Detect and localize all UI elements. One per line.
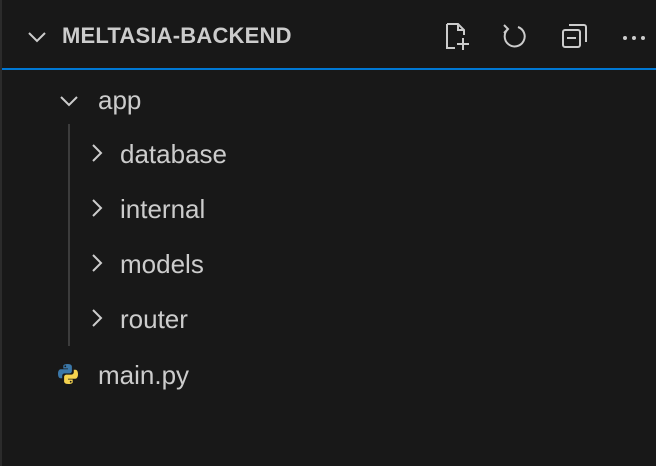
- chevron-right-icon: [86, 142, 108, 169]
- tree-folder-internal[interactable]: internal: [2, 181, 656, 237]
- folder-label: internal: [120, 194, 206, 224]
- new-file-icon: [446, 23, 469, 50]
- chevron-right-icon: [86, 307, 108, 334]
- new-file-button[interactable]: [440, 20, 472, 52]
- tree-folder-app[interactable]: app: [2, 72, 656, 128]
- folder-label: app: [98, 85, 142, 115]
- tree-folder-models[interactable]: models: [2, 236, 656, 292]
- chevron-down-icon: [58, 90, 80, 117]
- explorer-header[interactable]: MELTASIA-BACKEND: [2, 0, 656, 70]
- file-label: main.py: [98, 360, 190, 390]
- python-file-icon: [56, 362, 80, 391]
- chevron-right-icon: [86, 197, 108, 224]
- tree-folder-database[interactable]: database: [2, 126, 656, 182]
- collapse-all-button[interactable]: [558, 20, 590, 52]
- folder-label: router: [120, 304, 188, 334]
- more-icon: [623, 36, 645, 40]
- explorer-title: MELTASIA-BACKEND: [62, 23, 292, 48]
- tree-file-main-py[interactable]: main.py: [2, 347, 656, 403]
- explorer-panel: MELTASIA-BACKEND app database internal m…: [0, 0, 656, 466]
- chevron-down-icon[interactable]: [26, 26, 48, 53]
- more-actions-button[interactable]: [618, 20, 650, 52]
- folder-label: models: [120, 249, 204, 279]
- folder-label: database: [120, 139, 227, 169]
- tree-folder-router[interactable]: router: [2, 291, 656, 347]
- refresh-icon: [503, 24, 526, 48]
- refresh-button[interactable]: [498, 20, 530, 52]
- chevron-right-icon: [86, 252, 108, 279]
- collapse-all-icon: [562, 24, 587, 48]
